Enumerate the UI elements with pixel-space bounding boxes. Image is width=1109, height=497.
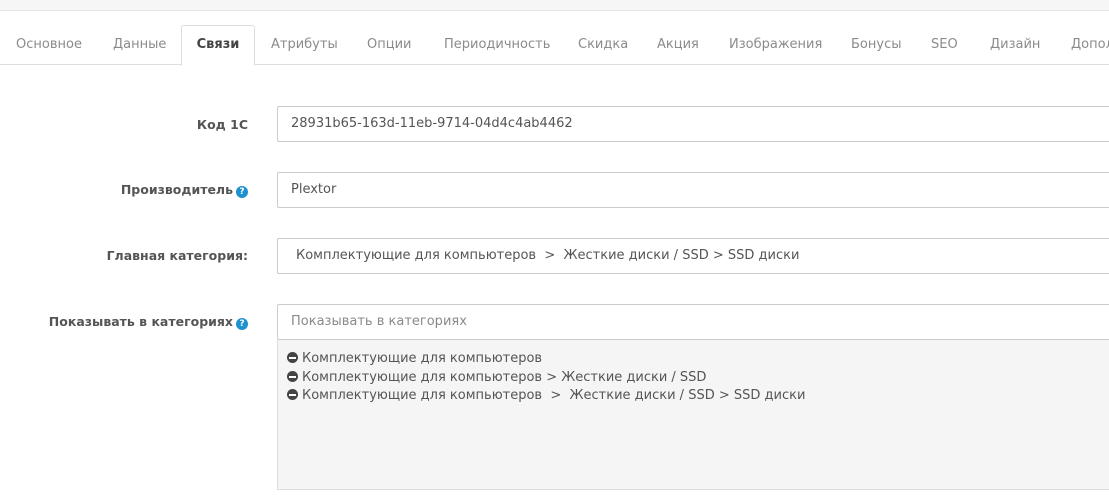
list-item: Комплектующие для компьютеров > Жесткие …: [287, 369, 1107, 388]
tab-links[interactable]: Связи: [181, 25, 255, 66]
manufacturer-label: Производитель?: [121, 182, 248, 198]
category-item-label: Комплектующие для компьютеров: [302, 351, 543, 366]
code-1c-label: Код 1С: [197, 117, 248, 133]
help-icon[interactable]: ?: [236, 318, 248, 330]
code-1c-label-text: Код 1С: [196, 117, 248, 132]
tab-discount[interactable]: Скидка: [578, 25, 628, 65]
tab-attributes[interactable]: Атрибуты: [271, 25, 338, 65]
help-icon[interactable]: ?: [236, 186, 248, 198]
code-1c-field[interactable]: [277, 106, 1109, 142]
show-in-categories-field[interactable]: [277, 304, 1109, 340]
tab-images[interactable]: Изображения: [729, 25, 822, 65]
tab-special[interactable]: Акция: [657, 25, 699, 65]
show-in-categories-label-text: Показывать в категориях: [48, 314, 233, 329]
tab-bonuses[interactable]: Бонусы: [851, 25, 901, 65]
remove-circle-icon[interactable]: [287, 352, 298, 363]
tab-general[interactable]: Основное: [16, 25, 82, 65]
main-category-value: Комплектующие для компьютеров > Жесткие …: [296, 248, 800, 263]
show-in-categories-label: Показывать в категориях?: [49, 314, 248, 330]
list-item: Комплектующие для компьютеров: [287, 350, 1107, 369]
list-item: Комплектующие для компьютеров > Жесткие …: [287, 387, 1107, 406]
tab-options[interactable]: Опции: [367, 25, 411, 65]
remove-circle-icon[interactable]: [287, 370, 298, 382]
main-category-label: Главная категория:: [107, 248, 248, 264]
tab-data[interactable]: Данные: [113, 25, 166, 65]
top-strip: [0, 0, 1109, 11]
tab-bar: Основное Данные Связи Атрибуты Опции Пер…: [0, 25, 1109, 66]
remove-circle-icon[interactable]: [287, 389, 298, 400]
tab-design[interactable]: Дизайн: [990, 25, 1040, 65]
main-category-select[interactable]: Комплектующие для компьютеров > Жесткие …: [277, 238, 1109, 274]
category-item-label: Комплектующие для компьютеров > Жесткие …: [302, 369, 707, 385]
tab-periodicity[interactable]: Периодичность: [444, 25, 550, 65]
tab-more[interactable]: Допол: [1071, 25, 1109, 65]
categories-list: Комплектующие для компьютеров Комплектую…: [277, 340, 1109, 490]
manufacturer-input[interactable]: [291, 173, 1103, 206]
manufacturer-field[interactable]: [277, 172, 1109, 208]
main-category-label-text: Главная категория:: [106, 248, 248, 263]
manufacturer-label-text: Производитель: [120, 182, 233, 197]
category-item-label: Комплектующие для компьютеров > Жесткие …: [302, 388, 806, 403]
show-in-categories-input[interactable]: [291, 305, 1103, 338]
code-1c-input[interactable]: [291, 107, 1103, 140]
tab-seo[interactable]: SEO: [931, 25, 958, 65]
